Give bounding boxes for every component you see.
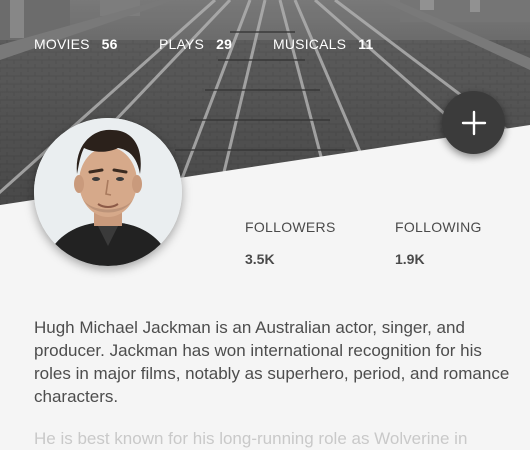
bio-paragraph: Hugh Michael Jackman is an Australian ac… [34, 318, 510, 406]
followers-stat[interactable]: FOLLOWERS 3.5K [245, 219, 336, 267]
following-count: 1.9K [395, 251, 425, 267]
following-stat[interactable]: FOLLOWING 1.9K [395, 219, 482, 267]
avatar-portrait [34, 118, 182, 266]
plus-icon [461, 110, 486, 135]
followers-count: 3.5K [245, 251, 275, 267]
bio-paragraph-faded: He is best known for his long-running ro… [34, 429, 468, 448]
following-label: FOLLOWING [395, 219, 482, 235]
add-button[interactable] [442, 91, 505, 154]
profile-avatar[interactable] [34, 118, 182, 266]
followers-label: FOLLOWERS [245, 219, 336, 235]
